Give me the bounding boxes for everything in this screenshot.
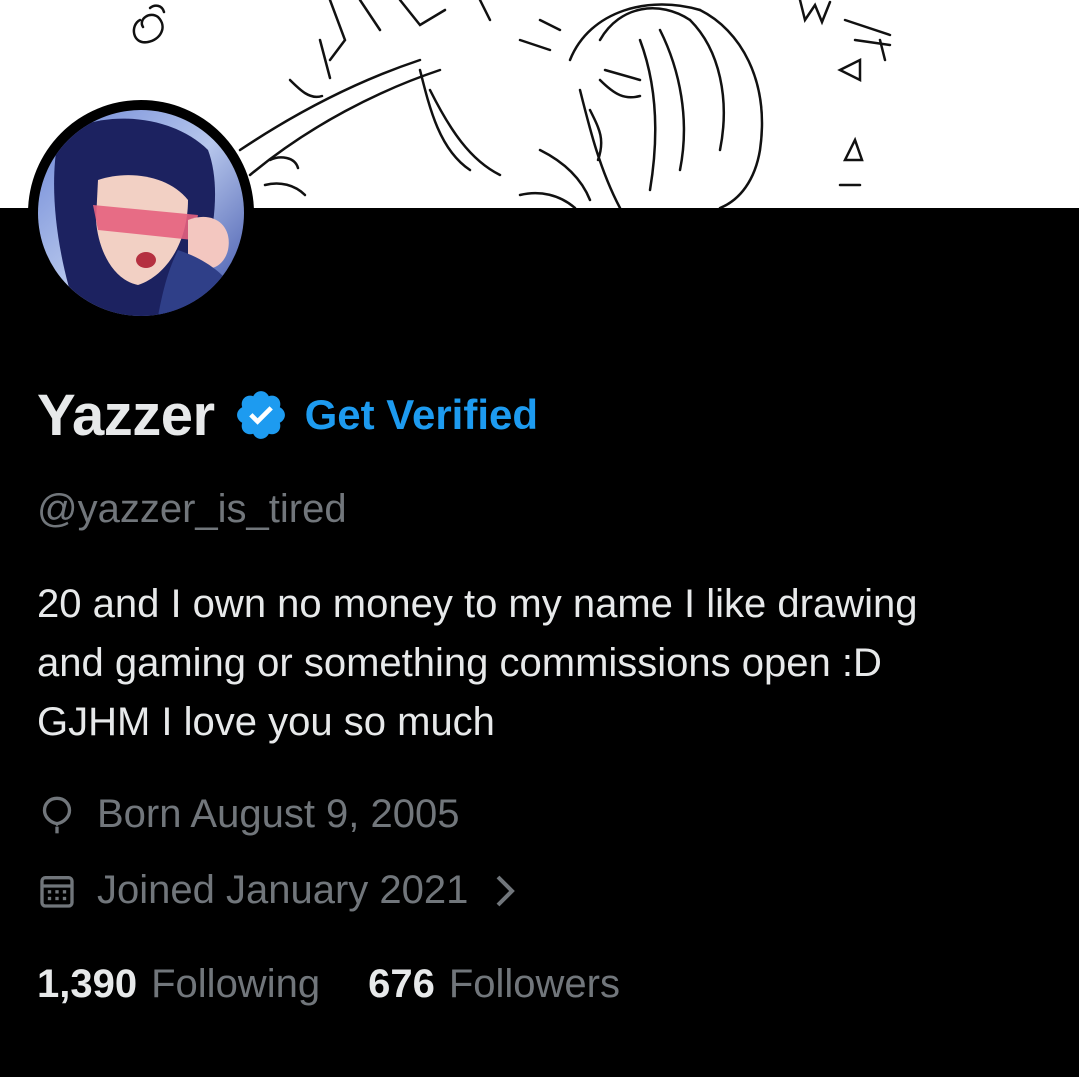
display-name: Yazzer (37, 382, 215, 448)
bio-line: and gaming or something commissions open… (37, 641, 882, 685)
following-count: 1,390 (37, 962, 138, 1006)
following-label: Following (151, 962, 321, 1006)
follow-stats: 1,390 Following 676 Followers (37, 962, 620, 1007)
avatar-image (38, 110, 244, 316)
joined-text: Joined January 2021 (97, 868, 469, 912)
get-verified-link[interactable]: Get Verified (305, 391, 538, 439)
joined-row[interactable]: Joined January 2021 (37, 868, 518, 913)
followers-count: 676 (368, 962, 435, 1006)
birthday-text: Born August 9, 2005 (97, 792, 460, 836)
calendar-icon (40, 875, 74, 908)
bio-line: 20 and I own no money to my name I like … (37, 582, 918, 626)
followers-link[interactable]: 676 Followers (368, 962, 620, 1007)
followers-label: Followers (448, 962, 620, 1006)
birthday-row: Born August 9, 2005 (37, 792, 460, 837)
following-link[interactable]: 1,390 Following (37, 962, 320, 1007)
bio-line: GJHM I love you so much (37, 700, 495, 744)
name-row: Yazzer Get Verified (37, 380, 538, 450)
profile-avatar[interactable] (28, 100, 254, 326)
balloon-icon (42, 796, 72, 833)
profile-handle: @yazzer_is_tired (37, 487, 347, 531)
profile-bio: 20 and I own no money to my name I like … (37, 575, 1057, 752)
chevron-right-icon[interactable] (494, 871, 518, 911)
verified-badge-icon[interactable] (233, 387, 289, 443)
